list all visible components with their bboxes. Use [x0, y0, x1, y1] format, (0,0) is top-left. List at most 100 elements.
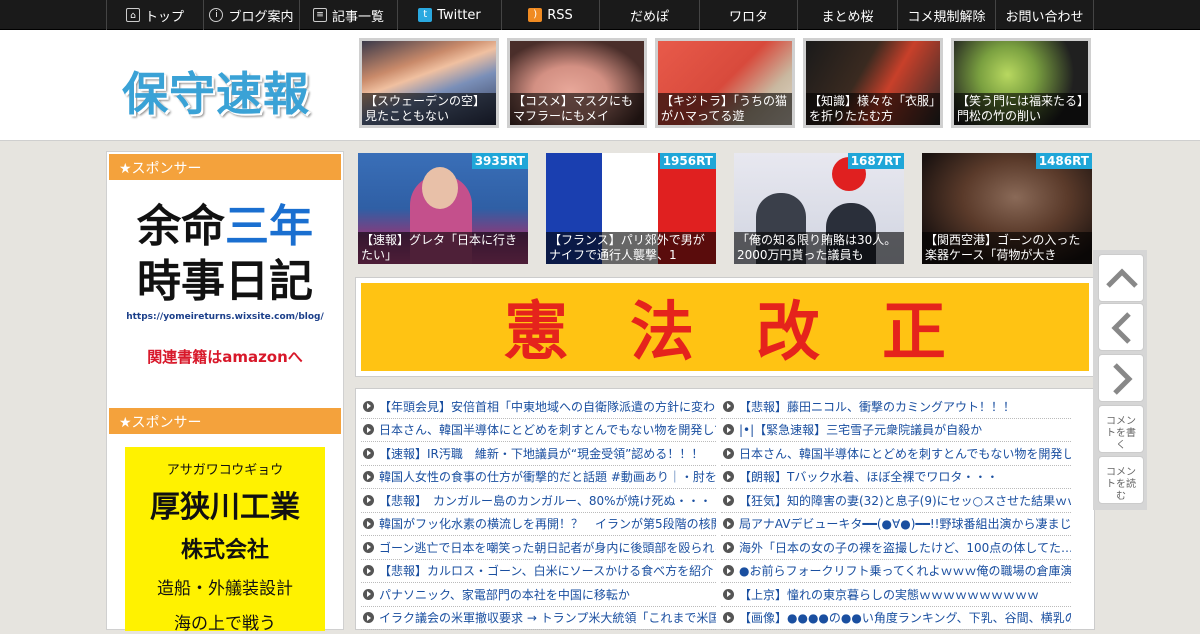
- article-item[interactable]: 局アナAVデビューキタ━━(●∀●)━━!!野球番組出演から凄まじい: [721, 513, 1071, 536]
- nav-matome-sakura[interactable]: まとめ桜: [798, 0, 898, 30]
- nav-rss[interactable]: ) RSS: [502, 0, 600, 30]
- ad2-service: 造船・外艤装設計: [157, 579, 293, 599]
- rt-card[interactable]: 3935RT 【速報】グレタ「日本に行きたい」: [358, 153, 528, 264]
- nav-blog-guide[interactable]: i ブログ案内: [204, 0, 300, 30]
- nav-label: 記事一覧: [331, 9, 384, 25]
- bullet-arrow-icon: [723, 424, 734, 436]
- nav-comment-unlock[interactable]: コメ規制解除: [898, 0, 996, 30]
- bullet-arrow-icon: [723, 400, 734, 412]
- header-thumb[interactable]: 【笑う門には福来たる】門松の竹の削い: [951, 38, 1091, 128]
- nav-label: まとめ桜: [821, 9, 874, 25]
- article-title: 【朗報】Tバック水着、ほぼ全裸でワロタ・・・: [739, 470, 999, 485]
- nav-contact[interactable]: お問い合わせ: [996, 0, 1094, 30]
- scroll-top-button[interactable]: [1098, 254, 1144, 302]
- article-item[interactable]: 【年頭会見】安倍首相「中東地域への自衛隊派遣の方針に変わりはない」: [361, 395, 716, 419]
- ad-line1a: 余命: [137, 201, 225, 252]
- article-title: 【悲報】 カンガルー島のカンガルー、80%が焼け死ぬ・・・: [379, 493, 712, 508]
- rt-count-badge: 1687RT: [847, 153, 904, 169]
- article-item[interactable]: ●お前らフォークリフト乗ってくれよｗｗｗ俺の職場の倉庫演者: [721, 560, 1071, 583]
- rt-card-caption: 【速報】グレタ「日本に行きたい」: [358, 232, 528, 264]
- bullet-arrow-icon: [363, 494, 374, 506]
- ad2-kana: アサガワコウギョウ: [166, 463, 284, 478]
- comment-read-button[interactable]: コメントを読む: [1098, 456, 1144, 504]
- article-item[interactable]: 【悲報】藤田ニコル、衝撃のカミングアウト！！！: [721, 395, 1071, 419]
- nav-article-list[interactable]: ≡ 記事一覧: [300, 0, 398, 30]
- site-logo[interactable]: 保守速報: [122, 58, 310, 124]
- article-list: 【年頭会見】安倍首相「中東地域への自衛隊派遣の方針に変わりはない」日本さん、韓国…: [355, 388, 1095, 630]
- article-item[interactable]: 日本さん、韓国半導体にとどめを刺すとんでもない物を開発してしまう: [721, 442, 1071, 466]
- nav-damepo[interactable]: だめぽ: [600, 0, 700, 30]
- banner-char: 憲: [504, 295, 568, 370]
- article-title: 日本さん、韓国半導体にとどめを刺すとんでもない物を開発してしまう: [379, 423, 716, 438]
- nav-top[interactable]: ⌂ トップ: [106, 0, 204, 30]
- article-title: 【悲報】カルロス・ゴーン、白米にソースかける食べ方を紹介: [379, 564, 714, 579]
- info-icon: i: [209, 8, 224, 22]
- rt-card[interactable]: 1956RT 【フランス】パリ郊外で男がナイフで通行人襲撃、1: [546, 153, 716, 264]
- header-thumb[interactable]: 【スウェーデンの空】見たこともない: [359, 38, 499, 128]
- rt-card[interactable]: 1486RT 【関西空港】ゴーンの入った楽器ケース「荷物が大き: [922, 153, 1092, 264]
- sponsor-heading: ★スポンサー: [107, 152, 343, 182]
- article-item[interactable]: 【朗報】Tバック水着、ほぼ全裸でワロタ・・・: [721, 466, 1071, 489]
- nav-label: Twitter: [437, 7, 481, 23]
- article-item[interactable]: 【狂気】知的障害の妻(32)と息子(9)にセッ○スさせた結果ｗｗｗｗ: [721, 489, 1071, 513]
- article-item[interactable]: |•|【緊急速報】三宅雪子元衆院議員が自殺か: [721, 419, 1071, 442]
- header-thumb[interactable]: 【知識】様々な「衣服」を折りたたむ方: [803, 38, 943, 128]
- article-item[interactable]: 【悲報】カルロス・ゴーン、白米にソースかける食べ方を紹介: [361, 560, 716, 583]
- article-title: 【年頭会見】安倍首相「中東地域への自衛隊派遣の方針に変わりはない」: [379, 399, 716, 414]
- rt-card[interactable]: 1687RT 「俺の知る限り賄賂は30人。2000万円貰った議員も: [734, 153, 904, 264]
- nav-label: ブログ案内: [228, 9, 294, 25]
- article-title: ●お前らフォークリフト乗ってくれよｗｗｗ俺の職場の倉庫演者: [739, 564, 1071, 579]
- nav-label: RSS: [547, 7, 573, 23]
- sponsor-ad-asagawa[interactable]: アサガワコウギョウ 厚狭川工業 株式会社 造船・外艤装設計 海の上で戦う: [125, 447, 325, 634]
- ad-amazon-link[interactable]: 関連書籍はamazonへ: [107, 346, 343, 367]
- top-nav-items: ⌂ トップ i ブログ案内 ≡ 記事一覧 t Twitter ) RSS だめぽ…: [106, 0, 1094, 30]
- article-title: 【速報】IR汚職 維新・下地議員が“現金受領”認める！！！: [379, 446, 704, 461]
- rt-count-badge: 1956RT: [659, 153, 716, 169]
- nav-label: トップ: [144, 9, 184, 25]
- ad-line1: 余命三年: [107, 200, 343, 254]
- article-title: 韓国がフッ化水素の横流しを再開！？ イランが第5段階の核開発へ: [379, 517, 716, 532]
- comment-write-button[interactable]: コメントを書く: [1098, 405, 1144, 453]
- article-item[interactable]: 【画像】●●●●の●●い角度ランキング、下乳、谷間、横乳の順番: [721, 607, 1071, 630]
- article-title: 局アナAVデビューキタ━━(●∀●)━━!!野球番組出演から凄まじい: [739, 517, 1071, 532]
- home-icon: ⌂: [125, 8, 140, 22]
- bullet-arrow-icon: [363, 518, 374, 530]
- bullet-arrow-icon: [723, 588, 734, 600]
- article-item[interactable]: 【悲報】 カンガルー島のカンガルー、80%が焼け死ぬ・・・: [361, 489, 716, 513]
- site-header: 保守速報 【スウェーデンの空】見たこともない 【コスメ】マスクにもマフラーにもメ…: [0, 30, 1200, 141]
- nav-label: コメ規制解除: [907, 9, 986, 25]
- sponsor-ad-yomei[interactable]: 余命三年 時事日記 https://yomeireturns.wixsite.c…: [107, 182, 343, 392]
- thumb-caption: 【キジトラ】「うちの猫がハマってる遊: [658, 93, 792, 125]
- article-title: 韓国人女性の食事の仕方が衝撃的だと話題 #動画あり｜・肘をついて: [379, 470, 716, 485]
- article-column-right: 【悲報】藤田ニコル、衝撃のカミングアウト！！！ |•|【緊急速報】三宅雪子元衆院議…: [721, 395, 1071, 630]
- article-title: 【狂気】知的障害の妻(32)と息子(9)にセッ○スさせた結果ｗｗｗｗ: [739, 493, 1071, 508]
- bullet-arrow-icon: [723, 612, 734, 624]
- next-button[interactable]: [1098, 354, 1144, 402]
- article-item[interactable]: 韓国人女性の食事の仕方が衝撃的だと話題 #動画あり｜・肘をついて: [361, 466, 716, 489]
- header-thumb[interactable]: 【コスメ】マスクにもマフラーにもメイ: [507, 38, 647, 128]
- constitution-banner[interactable]: 憲 法 改 正: [361, 283, 1089, 371]
- bullet-arrow-icon: [723, 471, 734, 483]
- article-item[interactable]: イラク議会の米軍撤収要求 → トランプ米大統領「これまで米国が: [361, 607, 716, 630]
- article-title: 【悲報】藤田ニコル、衝撃のカミングアウト！！！: [739, 399, 1016, 414]
- article-item[interactable]: パナソニック、家電部門の本社を中国に移転か: [361, 583, 716, 607]
- nav-twitter[interactable]: t Twitter: [398, 0, 502, 30]
- article-item[interactable]: 韓国がフッ化水素の横流しを再開！？ イランが第5段階の核開発へ: [361, 513, 716, 536]
- ad-line1b: 三年: [225, 201, 313, 252]
- article-item[interactable]: 【速報】IR汚職 維新・下地議員が“現金受領”認める！！！: [361, 442, 716, 466]
- article-item[interactable]: 日本さん、韓国半導体にとどめを刺すとんでもない物を開発してしまう: [361, 419, 716, 442]
- nav-warota[interactable]: ワロタ: [700, 0, 798, 30]
- top-nav: ⌂ トップ i ブログ案内 ≡ 記事一覧 t Twitter ) RSS だめぽ…: [0, 0, 1200, 30]
- article-item[interactable]: 【上京】憧れの東京暮らしの実態ｗｗｗｗｗｗｗｗｗｗ: [721, 583, 1071, 607]
- thumb-caption: 【コスメ】マスクにもマフラーにもメイ: [510, 93, 644, 125]
- twitter-icon: t: [418, 8, 433, 22]
- article-title: パナソニック、家電部門の本社を中国に移転か: [379, 587, 630, 602]
- ad-url: https://yomeireturns.wixsite.com/blog/: [126, 312, 324, 322]
- bullet-arrow-icon: [363, 612, 374, 624]
- article-item[interactable]: ゴーン逃亡で日本を嘲笑った朝日記者が身内に後頭部を殴られる: [361, 536, 716, 560]
- article-title: ゴーン逃亡で日本を嘲笑った朝日記者が身内に後頭部を殴られる: [379, 540, 716, 555]
- prev-button[interactable]: [1098, 303, 1144, 351]
- header-thumb[interactable]: 【キジトラ】「うちの猫がハマってる遊: [655, 38, 795, 128]
- bullet-arrow-icon: [363, 541, 374, 553]
- article-item[interactable]: 海外「日本の女の子の裸を盗撮したけど、100点の体してた…」: [721, 536, 1071, 560]
